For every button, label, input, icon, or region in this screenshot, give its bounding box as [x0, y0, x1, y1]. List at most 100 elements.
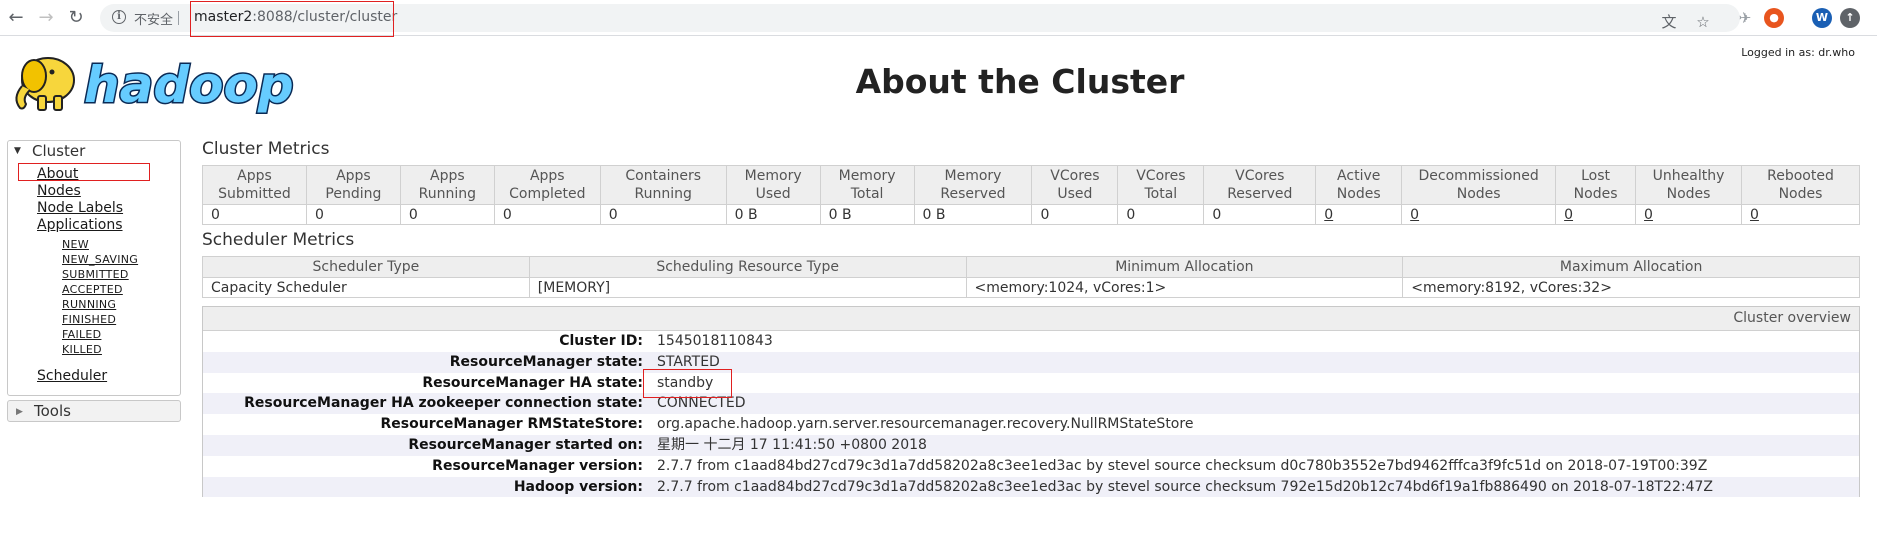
link-rebooted-nodes[interactable]: 0: [1740, 204, 1861, 225]
header-text: Nodes: [1666, 186, 1711, 202]
header-text: Nodes: [1573, 186, 1618, 202]
overview-value: 2.7.7 from c1aad84bd27cd79c3d1a7dd58202a…: [657, 478, 1713, 495]
sidebar-item-node-labels[interactable]: Node Labels: [37, 200, 123, 216]
col-vcores-reserved[interactable]: VCores Reserved: [1203, 165, 1317, 205]
overview-label: Cluster ID:: [559, 333, 643, 349]
overview-label: ResourceManager started on:: [408, 436, 643, 453]
col-scheduler-type[interactable]: Scheduler Type: [202, 256, 530, 278]
sidebar-app-state-accepted[interactable]: ACCEPTED: [62, 283, 123, 296]
col-lost-nodes[interactable]: Lost Nodes: [1555, 165, 1637, 205]
link-active-nodes[interactable]: 0: [1315, 204, 1403, 225]
sidebar-app-state-submitted[interactable]: SUBMITTED: [62, 268, 129, 281]
cluster-metrics-title: Cluster Metrics: [202, 139, 330, 159]
header-text: Apps: [430, 168, 465, 184]
value-memory-total: 0 B: [819, 204, 915, 225]
extension-icon[interactable]: ●: [1764, 8, 1784, 28]
header-text: Used: [755, 186, 791, 202]
header-text: Apps: [529, 168, 565, 184]
col-memory-used[interactable]: Memory Used: [725, 165, 821, 205]
col-decommissioned-nodes[interactable]: Decommissioned Nodes: [1401, 165, 1557, 205]
sidebar-cluster-header[interactable]: ▼ Cluster: [8, 141, 180, 161]
col-unhealthy-nodes[interactable]: Unhealthy Nodes: [1635, 165, 1742, 205]
address-bar[interactable]: i 不安全 master2:8088/cluster/cluster 文 ☆: [100, 1, 1740, 37]
header-text: VCores: [1235, 168, 1285, 184]
translate-icon[interactable]: 文: [1658, 11, 1680, 33]
value-apps-pending: 0: [305, 204, 401, 225]
collapse-triangle-icon: ▼: [14, 146, 21, 156]
value-apps-completed: 0: [493, 204, 601, 225]
header-text: Lost: [1581, 168, 1611, 184]
sidebar-item-nodes[interactable]: Nodes: [37, 183, 81, 199]
bookmark-star-icon[interactable]: ☆: [1692, 11, 1714, 33]
col-memory-total[interactable]: Memory Total: [819, 165, 915, 205]
sidebar-item-scheduler[interactable]: Scheduler: [37, 368, 107, 384]
value-memory-reserved: 0 B: [913, 204, 1033, 225]
overview-value: 2.7.7 from c1aad84bd27cd79c3d1a7dd58202a…: [657, 457, 1708, 474]
header-text: Containers: [625, 168, 702, 184]
value-scheduling-resource-type: [MEMORY]: [528, 277, 967, 298]
header-text: Total: [1144, 186, 1178, 202]
col-apps-running[interactable]: Apps Running: [399, 165, 495, 205]
profile-avatar[interactable]: W: [1812, 8, 1832, 28]
sidebar-app-state-running[interactable]: RUNNING: [62, 298, 116, 311]
col-vcores-total[interactable]: VCores Total: [1117, 165, 1205, 205]
col-apps-pending[interactable]: Apps Pending: [305, 165, 401, 205]
sidebar-app-state-failed[interactable]: FAILED: [62, 328, 101, 341]
overview-row-rm-state: ResourceManager state: STARTED: [203, 351, 1859, 373]
overview-row-started-on: ResourceManager started on: 星期一 十二月 17 1…: [203, 434, 1859, 456]
value-apps-running: 0: [399, 204, 495, 225]
header-text: Unhealthy: [1652, 168, 1725, 184]
value-scheduler-type: Capacity Scheduler: [202, 277, 530, 298]
col-apps-submitted[interactable]: Apps Submitted: [202, 165, 307, 205]
cluster-overview-title: Cluster overview: [203, 307, 1859, 331]
url-highlight-box: [190, 1, 394, 37]
link-unhealthy-nodes[interactable]: 0: [1635, 204, 1742, 225]
sidebar-app-state-new[interactable]: NEW: [62, 238, 89, 251]
col-scheduling-resource-type[interactable]: Scheduling Resource Type: [528, 256, 967, 278]
sidebar-tools-panel[interactable]: ▶ Tools: [7, 400, 181, 422]
col-containers-running[interactable]: Containers Running: [599, 165, 727, 205]
overview-label: ResourceManager state:: [449, 353, 643, 370]
header-text: VCores: [1050, 168, 1100, 184]
cluster-metrics-header-row: Apps Submitted Apps Pending Apps Running Ap…: [202, 165, 1861, 205]
reload-icon[interactable]: ↻: [64, 6, 88, 30]
forward-arrow-icon[interactable]: →: [34, 6, 58, 30]
link-lost-nodes[interactable]: 0: [1555, 204, 1637, 225]
sidebar-app-state-killed[interactable]: KILLED: [62, 343, 102, 356]
col-memory-reserved[interactable]: Memory Reserved: [913, 165, 1033, 205]
header-text: Decommissioned: [1418, 168, 1539, 184]
col-vcores-used[interactable]: VCores Used: [1031, 165, 1119, 205]
page-title: About the Cluster: [855, 62, 1185, 101]
link-decommissioned-nodes[interactable]: 0: [1401, 204, 1557, 225]
sidebar-item-applications[interactable]: Applications: [37, 217, 123, 233]
header-text: Pending: [325, 186, 382, 202]
sidebar-app-state-new-saving[interactable]: NEW_SAVING: [62, 253, 138, 266]
header-text: Total: [850, 186, 884, 202]
header-text: Reserved: [1227, 186, 1293, 202]
header-text: Apps: [237, 168, 272, 184]
browser-toolbar: ← → ↻ i 不安全 master2:8088/cluster/cluster…: [0, 0, 1877, 37]
header-text: Nodes: [1456, 186, 1501, 202]
cluster-overview-panel: Cluster overview Cluster ID: 15450181108…: [202, 306, 1860, 498]
col-rebooted-nodes[interactable]: Rebooted Nodes: [1740, 165, 1861, 205]
col-apps-completed[interactable]: Apps Completed: [493, 165, 601, 205]
download-icon[interactable]: ↑: [1840, 8, 1860, 28]
sidebar-app-state-finished[interactable]: FINISHED: [62, 313, 116, 326]
col-active-nodes[interactable]: Active Nodes: [1315, 165, 1403, 205]
scheduler-metrics-header-row: Scheduler Type Scheduling Resource Type …: [202, 256, 1860, 278]
cluster-metrics-value-row: 0 0 0 0 0 0 B 0 B 0 B 0 0 0 0 0 0 0 0: [202, 204, 1861, 225]
sidebar-tools-label: Tools: [34, 402, 71, 420]
extension-disabled-icon[interactable]: ✈: [1734, 7, 1756, 29]
header-text: Apps: [336, 168, 371, 184]
logged-in-status: Logged in as: dr.who: [1741, 46, 1855, 59]
scheduler-metrics-value-row: Capacity Scheduler [MEMORY] <memory:1024…: [202, 277, 1860, 298]
col-maximum-allocation[interactable]: Maximum Allocation: [1402, 256, 1860, 278]
omnibox-divider: [178, 11, 179, 25]
header-text: Rebooted: [1767, 168, 1834, 184]
back-arrow-icon[interactable]: ←: [4, 6, 28, 30]
value-minimum-allocation: <memory:1024, vCores:1>: [965, 277, 1404, 298]
header-text: Completed: [509, 186, 586, 202]
header-text: Used: [1057, 186, 1093, 202]
col-minimum-allocation[interactable]: Minimum Allocation: [965, 256, 1404, 278]
info-icon[interactable]: i: [112, 10, 126, 24]
